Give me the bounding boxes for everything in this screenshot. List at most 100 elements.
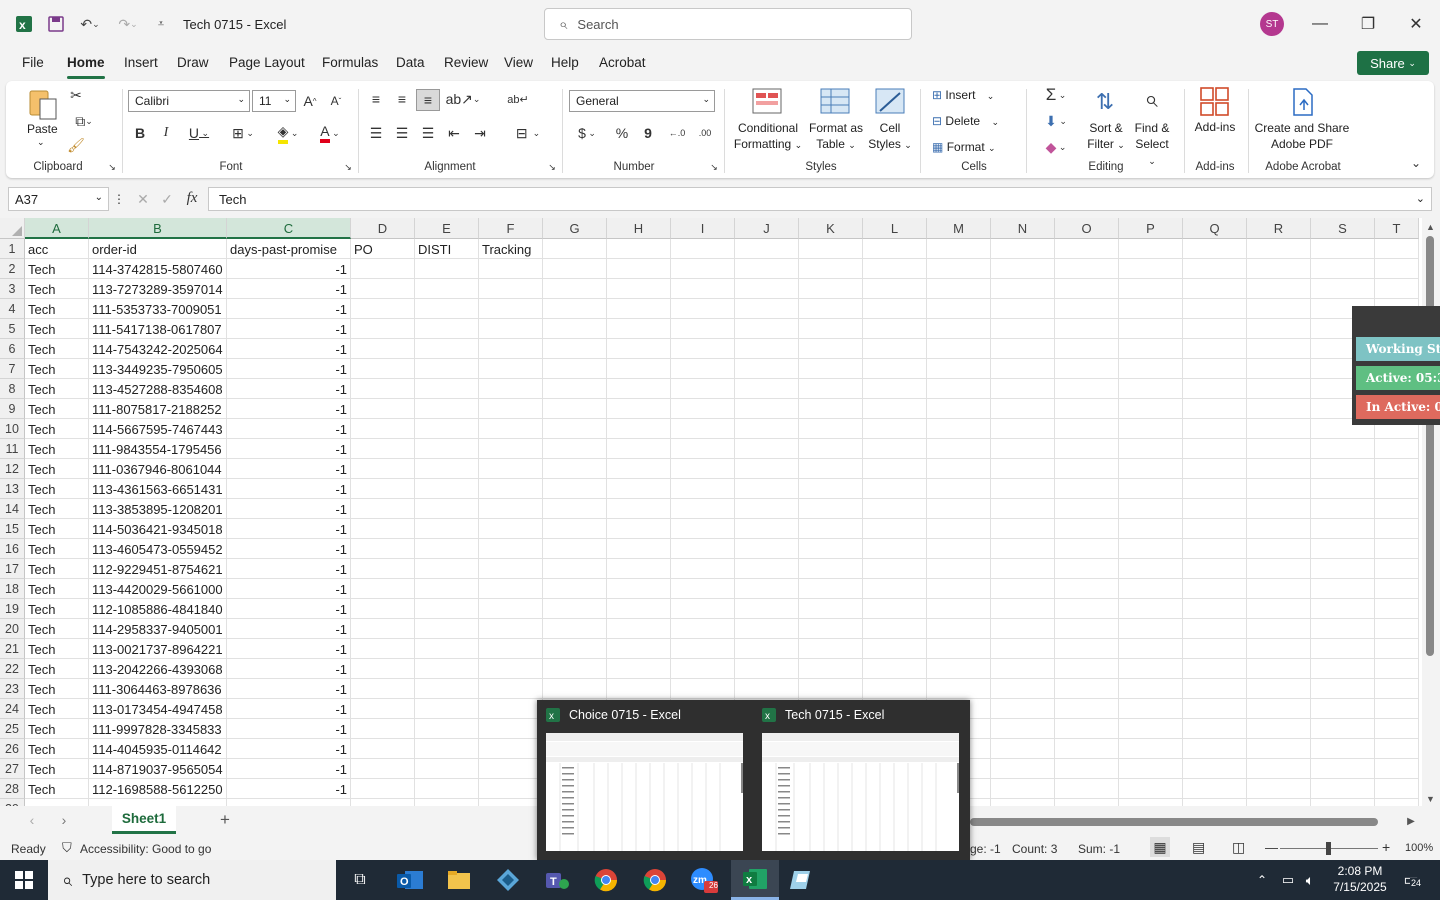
cell[interactable] xyxy=(1311,679,1375,699)
cell[interactable] xyxy=(1055,739,1119,759)
format-as-table-button[interactable]: Format as Table ⌄ xyxy=(804,120,868,153)
cell-styles-icon[interactable] xyxy=(875,87,905,117)
cell[interactable]: Tech xyxy=(25,539,89,559)
cell[interactable] xyxy=(1119,319,1183,339)
cell[interactable] xyxy=(1375,699,1419,719)
cell[interactable] xyxy=(927,599,991,619)
increase-font-icon[interactable]: A ^ xyxy=(300,91,320,111)
cell[interactable] xyxy=(863,339,927,359)
cell[interactable] xyxy=(1311,499,1375,519)
cell[interactable] xyxy=(607,399,671,419)
cell[interactable] xyxy=(351,479,415,499)
taskbar-search[interactable]: ⌕ Type here to search xyxy=(48,860,336,900)
font-size-select[interactable]: 11 ⌄ xyxy=(252,90,296,112)
cell[interactable]: Tech xyxy=(25,479,89,499)
cell[interactable] xyxy=(1183,779,1247,799)
menu-review[interactable]: Review xyxy=(444,55,488,70)
column-header-f[interactable]: F xyxy=(479,218,543,239)
cell[interactable]: 112-1085886-4841840 xyxy=(89,599,227,619)
cell[interactable] xyxy=(799,339,863,359)
cell[interactable] xyxy=(1247,699,1311,719)
show-hidden-icons-icon[interactable]: ⌃ xyxy=(1252,870,1272,890)
cell[interactable] xyxy=(927,539,991,559)
cell[interactable] xyxy=(799,639,863,659)
cell[interactable] xyxy=(1311,479,1375,499)
cell[interactable] xyxy=(991,639,1055,659)
cell[interactable] xyxy=(1247,339,1311,359)
scroll-down-icon[interactable]: ▼ xyxy=(1426,794,1435,804)
menu-formulas[interactable]: Formulas xyxy=(322,55,378,70)
cell[interactable] xyxy=(1247,799,1311,806)
cell[interactable] xyxy=(1311,439,1375,459)
align-bottom-icon[interactable]: ≡ xyxy=(416,89,440,111)
cell[interactable] xyxy=(991,599,1055,619)
cell[interactable] xyxy=(479,599,543,619)
cell[interactable] xyxy=(1311,459,1375,479)
cell[interactable] xyxy=(1375,239,1419,259)
cell[interactable]: Tech xyxy=(25,639,89,659)
cell[interactable] xyxy=(415,599,479,619)
font-name-select[interactable]: Calibri ⌄ xyxy=(128,90,250,112)
cell[interactable] xyxy=(1183,439,1247,459)
cell[interactable] xyxy=(1055,619,1119,639)
menu-data[interactable]: Data xyxy=(396,55,425,70)
cell[interactable] xyxy=(735,599,799,619)
horizontal-scroll-thumb[interactable] xyxy=(970,818,1378,826)
cell[interactable]: Tracking xyxy=(479,239,543,259)
cell[interactable] xyxy=(991,499,1055,519)
cell[interactable] xyxy=(415,379,479,399)
fill-icon[interactable]: ⬇ ⌄ xyxy=(1036,111,1076,131)
cell[interactable] xyxy=(927,419,991,439)
cell[interactable]: 113-4361563-6651431 xyxy=(89,479,227,499)
column-header-c[interactable]: C xyxy=(227,218,351,239)
cell[interactable]: 114-8719037-9565054 xyxy=(89,759,227,779)
cell[interactable] xyxy=(1247,479,1311,499)
cell[interactable] xyxy=(1055,379,1119,399)
cell[interactable] xyxy=(1183,459,1247,479)
cell[interactable] xyxy=(671,359,735,379)
cell[interactable] xyxy=(863,319,927,339)
cell[interactable] xyxy=(543,459,607,479)
cell[interactable] xyxy=(991,239,1055,259)
cell[interactable] xyxy=(607,539,671,559)
cell[interactable] xyxy=(351,639,415,659)
column-header-j[interactable]: J xyxy=(735,218,799,239)
cell[interactable] xyxy=(671,239,735,259)
cell[interactable] xyxy=(735,499,799,519)
cell[interactable] xyxy=(1311,539,1375,559)
cell[interactable] xyxy=(1055,679,1119,699)
cell[interactable] xyxy=(415,479,479,499)
cell[interactable] xyxy=(991,299,1055,319)
menu-home[interactable]: Home xyxy=(67,55,105,70)
cell[interactable] xyxy=(991,719,1055,739)
cell[interactable] xyxy=(735,359,799,379)
cell[interactable] xyxy=(607,279,671,299)
cell[interactable]: Tech xyxy=(25,659,89,679)
cell[interactable] xyxy=(607,559,671,579)
cell[interactable] xyxy=(1119,379,1183,399)
cell[interactable] xyxy=(927,439,991,459)
cell[interactable] xyxy=(607,639,671,659)
preview-item-choice[interactable]: x Choice 0715 - Excel xyxy=(546,708,681,722)
merge-center-icon[interactable]: ⊟ ⌄ xyxy=(508,123,548,143)
cell[interactable] xyxy=(479,519,543,539)
cell[interactable] xyxy=(735,399,799,419)
column-header-l[interactable]: L xyxy=(863,218,927,239)
cell[interactable] xyxy=(415,679,479,699)
cell[interactable] xyxy=(543,679,607,699)
avatar[interactable]: ST xyxy=(1260,12,1284,36)
cell[interactable] xyxy=(479,479,543,499)
cell[interactable] xyxy=(1247,239,1311,259)
cell[interactable]: Tech xyxy=(25,399,89,419)
cell[interactable] xyxy=(863,379,927,399)
cell[interactable] xyxy=(351,659,415,679)
cell[interactable] xyxy=(671,599,735,619)
cell[interactable] xyxy=(671,659,735,679)
cell[interactable] xyxy=(991,539,1055,559)
cell[interactable] xyxy=(991,679,1055,699)
cell[interactable] xyxy=(1055,359,1119,379)
cell[interactable] xyxy=(1119,739,1183,759)
conditional-formatting-icon[interactable] xyxy=(752,87,782,117)
cell[interactable] xyxy=(351,559,415,579)
customize-toolbar-icon[interactable]: ⩡ xyxy=(152,14,170,34)
